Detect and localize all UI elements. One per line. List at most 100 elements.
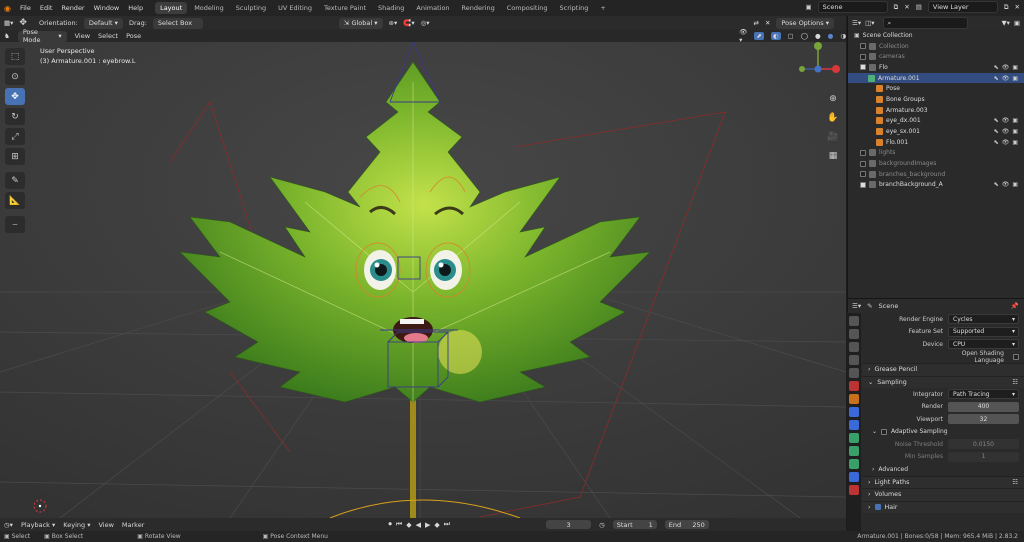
render-engine-dropdown[interactable]: Cycles ▾ — [948, 314, 1019, 325]
scene-field[interactable]: Scene — [817, 1, 888, 13]
editor-type-icon[interactable]: ▦▾ — [4, 19, 13, 27]
transform-orientation-dropdown[interactable]: ⇲ Global ▾ — [338, 17, 383, 29]
light-paths-panel[interactable]: › Light Paths ☷ — [862, 475, 1024, 488]
mode-dropdown[interactable]: Pose Mode ▾ — [17, 28, 67, 44]
outliner-row[interactable]: Flo.001 ⬉ 👁 ▣ — [848, 137, 1024, 148]
outliner-row[interactable]: cameras — [848, 51, 1024, 62]
scale-icon[interactable]: ⤢ — [5, 128, 25, 145]
min-samples-field[interactable]: 1 — [948, 451, 1019, 462]
adaptive-checkbox[interactable] — [881, 428, 888, 435]
modifier-tab-icon[interactable] — [849, 407, 859, 417]
overlay-icon[interactable]: ◐ — [770, 32, 781, 40]
start-frame-field[interactable]: Start 1 — [612, 520, 657, 529]
osl-checkbox[interactable] — [1013, 353, 1019, 360]
close-icon[interactable]: ✕ — [904, 3, 909, 11]
exclude-checkbox[interactable] — [860, 171, 866, 178]
pivot-icon[interactable]: ⊛▾ — [389, 19, 398, 27]
output-tab-icon[interactable] — [849, 342, 859, 352]
grid-view-icon[interactable]: ▦ — [826, 149, 840, 163]
rotate-icon[interactable]: ↻ — [5, 108, 25, 125]
camera-icon[interactable]: 🎥 — [826, 130, 840, 144]
blender-logo-icon[interactable]: ◉ — [4, 4, 11, 13]
jump-start-icon[interactable]: ⏮ — [396, 520, 402, 529]
tab-uv-editing[interactable]: UV Editing — [273, 2, 317, 14]
tab-texture-paint[interactable]: Texture Paint — [319, 2, 371, 14]
select-arrow-icon[interactable]: ⬉ — [994, 75, 999, 82]
shading-rendered-icon[interactable]: ◑ — [840, 32, 846, 40]
measure-icon[interactable]: 📐 — [5, 192, 25, 209]
proportional-edit-icon[interactable]: ◎▾ — [421, 19, 430, 27]
prev-key-icon[interactable]: ◆ — [406, 521, 411, 529]
outliner-root[interactable]: ▣ Scene Collection — [848, 30, 1024, 41]
menu-render[interactable]: Render — [61, 4, 84, 12]
world-tab-icon[interactable] — [849, 381, 859, 391]
tab-shading[interactable]: Shading — [373, 2, 409, 14]
exclude-checkbox[interactable] — [860, 160, 866, 167]
pose-options-dropdown[interactable]: Pose Options ▾ — [776, 17, 834, 29]
view-layer-field[interactable]: View Layer — [927, 1, 998, 13]
outliner-row[interactable]: eye_dx.001 ⬉ 👁 ▣ — [848, 116, 1024, 127]
constraints-tab-icon[interactable] — [849, 446, 859, 456]
render-samples-field[interactable]: 400 — [948, 401, 1019, 412]
camera-icon[interactable]: ▣ — [1012, 117, 1018, 124]
relax-icon[interactable]: ⌣ — [5, 216, 25, 233]
tab-compositing[interactable]: Compositing — [502, 2, 553, 14]
outliner-row[interactable]: branchBackground_A ⬉ 👁 ▣ — [848, 180, 1024, 191]
eye-icon[interactable]: 👁 — [1002, 117, 1010, 124]
pin-icon[interactable]: 📌 — [1011, 302, 1019, 310]
orientation-dropdown[interactable]: Default ▾ — [83, 17, 123, 29]
menu-file[interactable]: File — [20, 4, 31, 12]
current-frame-field[interactable]: 3 — [546, 520, 592, 529]
clock-icon[interactable]: ◷ — [599, 521, 605, 529]
eye-icon[interactable]: 👁 — [1002, 181, 1010, 188]
outliner-type-icon[interactable]: ☰▾ — [852, 19, 861, 27]
sampling-panel[interactable]: ⌄ Sampling ☷ — [862, 375, 1024, 388]
select-box-icon[interactable]: ⬚ — [5, 48, 25, 65]
copy-icon[interactable]: ⧉ — [1004, 3, 1009, 12]
props-type-icon[interactable]: ☰▾ — [852, 302, 861, 310]
object-tab-icon[interactable] — [849, 394, 859, 404]
select-arrow-icon[interactable]: ⬉ — [994, 117, 999, 124]
tab-layout[interactable]: Layout — [155, 2, 188, 14]
hair-panel[interactable]: › Hair — [862, 500, 1024, 513]
menu-help[interactable]: Help — [128, 4, 143, 12]
tab-scripting[interactable]: Scripting — [555, 2, 594, 14]
jump-end-icon[interactable]: ⏭ — [444, 520, 450, 529]
advanced-panel[interactable]: › Advanced — [862, 463, 1024, 476]
cursor-icon[interactable]: ⊙ — [5, 68, 25, 85]
menu-select[interactable]: Select — [98, 32, 118, 40]
exclude-checkbox[interactable] — [860, 64, 866, 71]
outliner-row[interactable]: Armature.001 ⬉ 👁 ▣ — [848, 72, 1024, 84]
tab-rendering[interactable]: Rendering — [457, 2, 500, 14]
outliner-row[interactable]: Armature.003 — [848, 105, 1024, 116]
play-icon[interactable]: ▶ — [425, 521, 430, 529]
playback-menu[interactable]: Playback ▾ — [21, 521, 55, 529]
outliner-search-input[interactable]: ⌕ — [882, 17, 968, 29]
eye-icon[interactable]: 👁 — [1002, 64, 1010, 71]
move-icon[interactable]: ✥ — [5, 88, 25, 105]
menu-view[interactable]: View — [75, 32, 90, 40]
tool-tab-icon[interactable] — [849, 316, 859, 326]
outliner-row[interactable]: branches_background — [848, 169, 1024, 180]
select-arrow-icon[interactable]: ⬉ — [994, 128, 999, 135]
hair-checkbox[interactable] — [874, 504, 881, 511]
next-key-icon[interactable]: ◆ — [434, 521, 439, 529]
select-arrow-icon[interactable]: ⬉ — [994, 181, 999, 188]
gizmo-icon[interactable]: ⬈ — [754, 32, 764, 40]
add-workspace-button[interactable]: + — [595, 2, 610, 14]
exclude-checkbox[interactable] — [860, 181, 866, 188]
exclude-checkbox[interactable] — [860, 43, 866, 50]
snap-icon[interactable]: 🧲▾ — [403, 19, 414, 27]
menu-window[interactable]: Window — [94, 4, 120, 12]
xray-icon[interactable]: ▢ — [788, 32, 794, 40]
data-tab-icon[interactable] — [849, 459, 859, 469]
view-layer-tab-icon[interactable] — [849, 355, 859, 365]
select-arrow-icon[interactable]: ⬉ — [994, 139, 999, 146]
select-arrow-icon[interactable]: ⬉ — [994, 64, 999, 71]
exclude-checkbox[interactable] — [860, 53, 866, 60]
scene-tab-icon[interactable] — [849, 368, 859, 378]
exclude-checkbox[interactable] — [860, 149, 866, 156]
play-reverse-icon[interactable]: ◀ — [416, 521, 421, 529]
outliner-row[interactable]: lights — [848, 148, 1024, 159]
pan-hand-icon[interactable]: ✋ — [826, 111, 840, 125]
